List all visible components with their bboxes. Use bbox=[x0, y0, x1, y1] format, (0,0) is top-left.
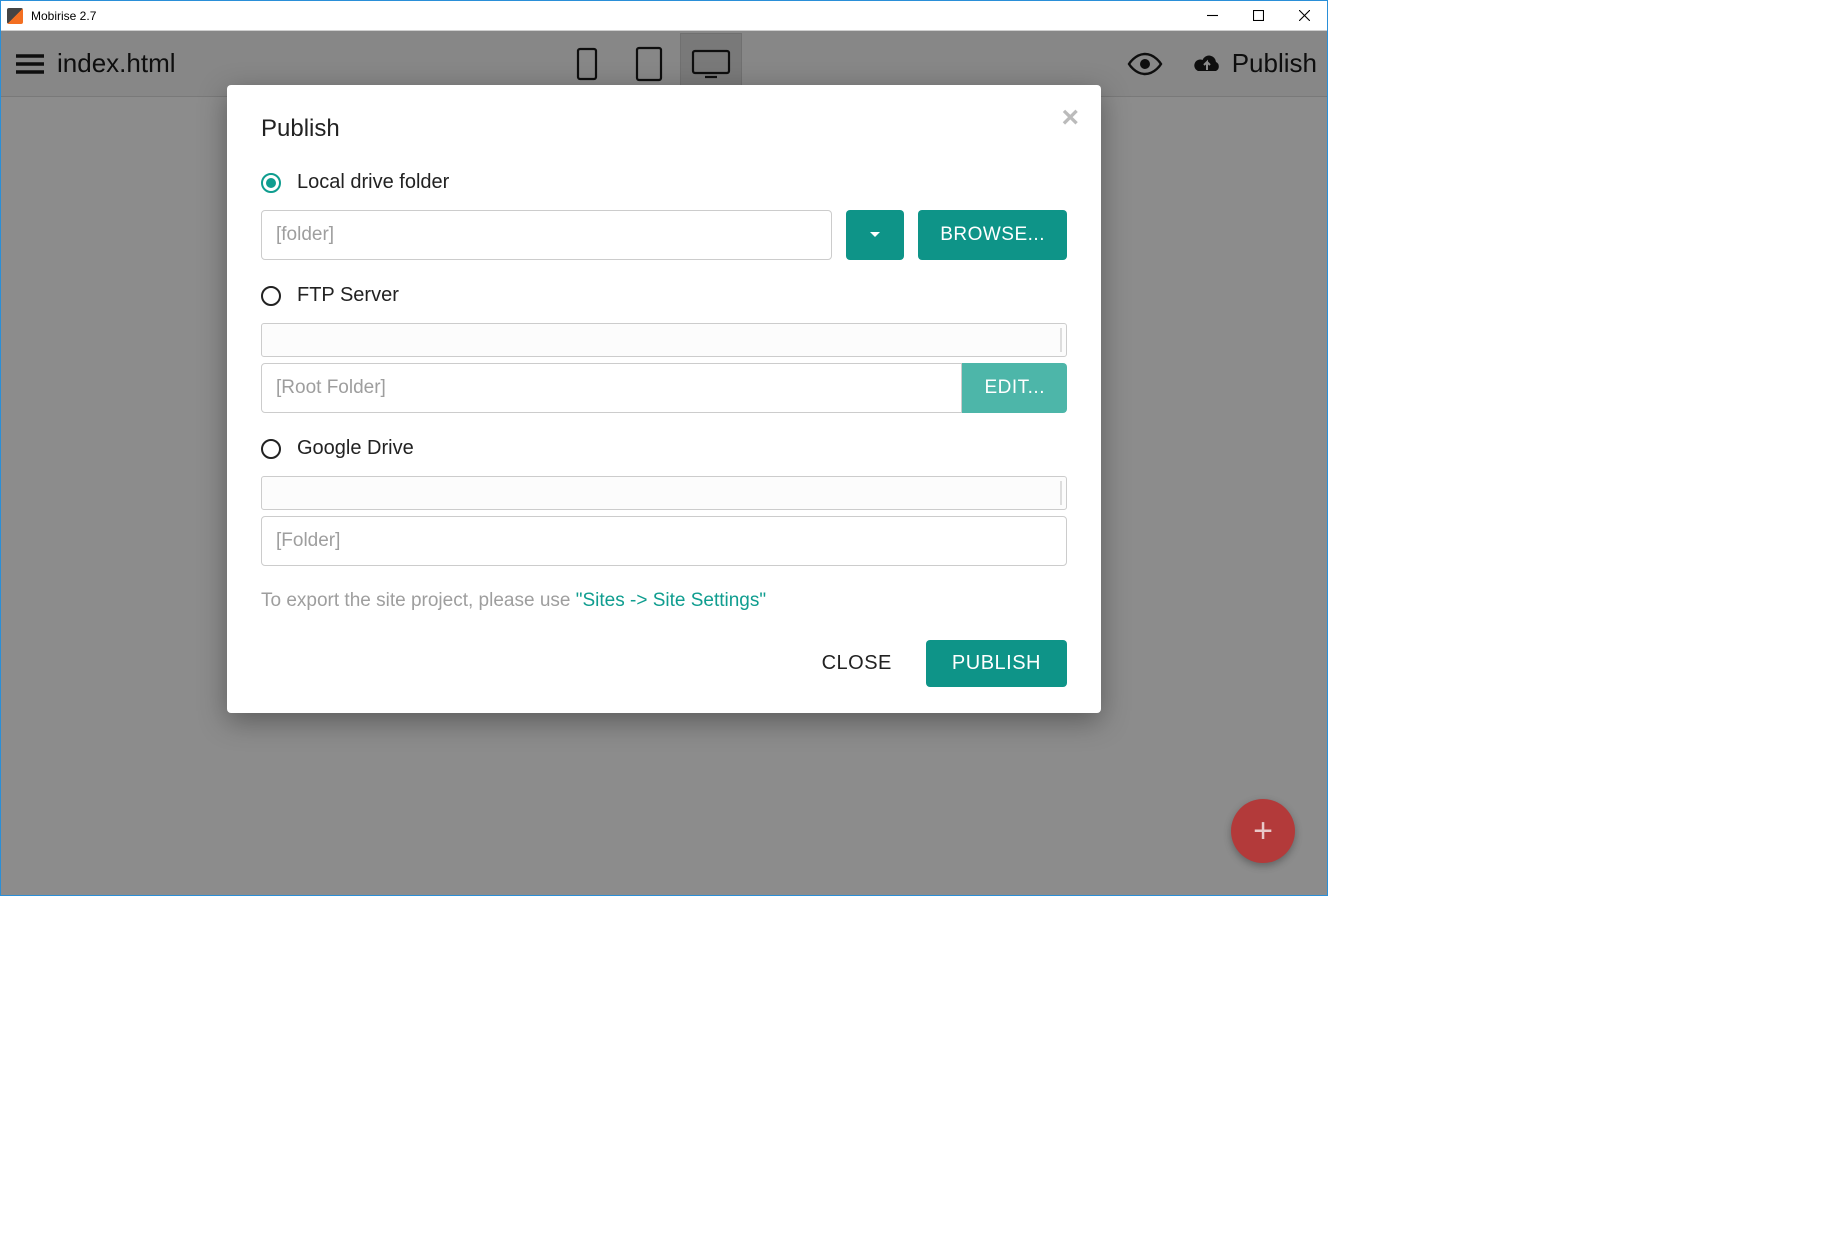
add-block-fab[interactable]: + bbox=[1231, 799, 1295, 863]
gdrive-folder-input[interactable]: [Folder] bbox=[261, 516, 1067, 566]
window-maximize-button[interactable] bbox=[1235, 1, 1281, 31]
publish-modal: × Publish Local drive folder [folder] BR… bbox=[227, 85, 1101, 713]
window-minimize-button[interactable] bbox=[1189, 1, 1235, 31]
option-ftp: FTP Server [Root Folder] EDIT... bbox=[261, 284, 1067, 413]
radio-local[interactable] bbox=[261, 173, 281, 193]
option-local-drive: Local drive folder [folder] BROWSE... bbox=[261, 171, 1067, 260]
gdrive-account-select[interactable] bbox=[261, 476, 1067, 510]
radio-local-label: Local drive folder bbox=[297, 171, 449, 194]
ftp-edit-button[interactable]: EDIT... bbox=[962, 363, 1067, 413]
title-bar: Mobirise 2.7 bbox=[1, 1, 1327, 31]
app-title: Mobirise 2.7 bbox=[31, 9, 96, 23]
app-icon bbox=[7, 8, 23, 24]
export-hint-prefix: To export the site project, please use bbox=[261, 590, 576, 611]
radio-ftp-label: FTP Server bbox=[297, 284, 399, 307]
radio-gdrive-label: Google Drive bbox=[297, 437, 414, 460]
radio-ftp[interactable] bbox=[261, 286, 281, 306]
modal-title: Publish bbox=[261, 115, 1067, 143]
modal-close-button[interactable]: × bbox=[1061, 103, 1079, 133]
modal-footer: CLOSE PUBLISH bbox=[261, 640, 1067, 687]
local-folder-input[interactable]: [folder] bbox=[261, 210, 832, 260]
radio-gdrive[interactable] bbox=[261, 439, 281, 459]
local-folder-dropdown[interactable] bbox=[846, 210, 904, 260]
export-hint-link[interactable]: "Sites -> Site Settings" bbox=[576, 590, 766, 611]
option-google-drive: Google Drive [Folder] bbox=[261, 437, 1067, 566]
browse-button[interactable]: BROWSE... bbox=[918, 210, 1067, 260]
export-hint: To export the site project, please use "… bbox=[261, 590, 1067, 612]
plus-icon: + bbox=[1253, 814, 1273, 848]
modal-publish-button[interactable]: PUBLISH bbox=[926, 640, 1067, 687]
window-close-button[interactable] bbox=[1281, 1, 1327, 31]
ftp-root-folder-input[interactable]: [Root Folder] bbox=[261, 363, 962, 413]
modal-close-text-button[interactable]: CLOSE bbox=[810, 642, 904, 685]
ftp-server-select[interactable] bbox=[261, 323, 1067, 357]
